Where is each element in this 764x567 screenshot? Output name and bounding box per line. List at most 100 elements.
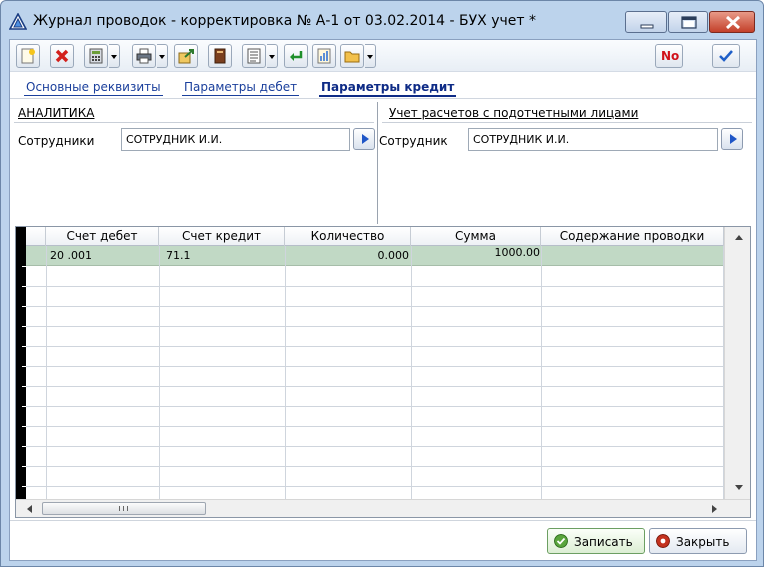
new-document-button[interactable]: [16, 44, 40, 68]
save-label: Записать: [574, 535, 633, 549]
maximize-icon: [681, 16, 697, 29]
number-label: No: [661, 49, 680, 63]
scroll-down-icon[interactable]: [735, 485, 743, 490]
row-line: [26, 286, 724, 287]
header-debit-account[interactable]: Счет дебет: [46, 227, 159, 246]
row-line: [26, 346, 724, 347]
cell-credit-account[interactable]: 71.1: [166, 249, 191, 262]
export-button[interactable]: [174, 44, 198, 68]
footer: Записать Закрыть: [10, 520, 756, 560]
calculator-button[interactable]: [84, 44, 108, 68]
column-line: [159, 246, 160, 499]
calculator-dropdown[interactable]: [109, 44, 120, 68]
tab-credit-params[interactable]: Параметры кредит: [319, 80, 457, 97]
toolbar: No: [10, 40, 756, 72]
employee-pick-button[interactable]: [721, 128, 743, 150]
enter-icon: [290, 51, 303, 61]
grid-header: Счет дебет Счет кредит Количество Сумма …: [16, 227, 724, 246]
minimize-icon: [640, 24, 654, 29]
journal-window: Журнал проводок - корректировка № А-1 от…: [0, 0, 764, 567]
book-icon: [214, 48, 226, 64]
book-button[interactable]: [208, 44, 232, 68]
row-indicator-column: [16, 227, 26, 499]
tab-main-details[interactable]: Основные реквизиты: [24, 80, 163, 96]
panel-separator: [377, 102, 378, 224]
title-bar[interactable]: Журнал проводок - корректировка № А-1 от…: [1, 1, 763, 41]
row-line: [26, 466, 724, 467]
number-button[interactable]: No: [655, 44, 683, 68]
right-section-divider: [382, 122, 752, 123]
folder-button[interactable]: [340, 44, 364, 68]
row-line: [26, 426, 724, 427]
checkmark-icon: [719, 50, 733, 62]
list-dropdown[interactable]: [267, 44, 278, 68]
close-icon: [725, 15, 741, 30]
tab-debit-params[interactable]: Параметры дебет: [182, 80, 300, 96]
calculator-icon: [89, 48, 103, 64]
delete-button[interactable]: [50, 44, 74, 68]
report-button[interactable]: [312, 44, 336, 68]
employee-label: Сотрудник: [379, 134, 448, 148]
new-document-icon: [21, 48, 35, 64]
row-line: [26, 306, 724, 307]
row-line: [26, 406, 724, 407]
folder-dropdown[interactable]: [365, 44, 376, 68]
folder-icon: [344, 51, 360, 63]
header-description[interactable]: Содержание проводки: [541, 227, 724, 246]
maximize-button[interactable]: [668, 11, 708, 33]
tab-divider: [10, 98, 756, 99]
row-line: [26, 326, 724, 327]
save-button[interactable]: Записать: [547, 528, 645, 554]
minimize-button[interactable]: [625, 11, 667, 33]
cell-amount[interactable]: 1000.00: [411, 246, 541, 259]
export-icon: [178, 49, 194, 64]
row-line: [26, 366, 724, 367]
client-area: No Основные реквизиты Параметры дебет Па…: [9, 39, 757, 561]
row-line: [26, 386, 724, 387]
header-quantity[interactable]: Количество: [285, 227, 411, 246]
column-line: [46, 246, 47, 499]
header-amount[interactable]: Сумма: [411, 227, 541, 246]
employees-pick-button[interactable]: [353, 128, 375, 150]
left-section-divider: [14, 122, 374, 123]
confirm-button[interactable]: [712, 44, 740, 68]
close-window-button[interactable]: [709, 11, 755, 33]
print-icon: [136, 48, 152, 64]
report-icon: [317, 48, 331, 64]
list-button[interactable]: [242, 44, 266, 68]
row-line: [26, 446, 724, 447]
row-line: [26, 486, 724, 487]
app-logo-icon: [9, 13, 27, 30]
scroll-up-icon[interactable]: [735, 235, 743, 240]
tab-bar: Основные реквизиты Параметры дебет Парам…: [10, 76, 756, 98]
entries-grid[interactable]: Счет дебет Счет кредит Количество Сумма …: [15, 226, 751, 518]
save-check-icon: [554, 534, 568, 548]
horizontal-scroll-thumb[interactable]: [42, 502, 206, 515]
scroll-grip-icon: [119, 506, 128, 511]
cell-quantity[interactable]: 0.000: [285, 249, 410, 262]
scroll-right-icon[interactable]: [712, 505, 717, 513]
column-line: [411, 246, 412, 499]
window-title: Журнал проводок - корректировка № А-1 от…: [33, 13, 536, 29]
close-circle-icon: [656, 534, 670, 548]
delete-icon: [55, 49, 69, 63]
print-dropdown[interactable]: [157, 44, 168, 68]
column-line: [541, 246, 542, 499]
print-button[interactable]: [132, 44, 156, 68]
employee-field[interactable]: СОТРУДНИК И.И.: [468, 128, 718, 151]
header-blank: [26, 227, 46, 246]
settlement-title: Учет расчетов с подотчетными лицами: [389, 106, 639, 120]
column-line: [285, 246, 286, 499]
list-icon: [247, 48, 261, 64]
employees-label: Сотрудники: [18, 134, 95, 148]
close-button[interactable]: Закрыть: [649, 528, 747, 554]
enter-button[interactable]: [284, 44, 308, 68]
vertical-scrollbar[interactable]: [724, 227, 750, 499]
scroll-left-icon[interactable]: [27, 505, 32, 513]
employees-field[interactable]: СОТРУДНИК И.И.: [121, 128, 350, 151]
header-credit-account[interactable]: Счет кредит: [159, 227, 285, 246]
analytics-title: АНАЛИТИКА: [18, 106, 95, 120]
close-label: Закрыть: [676, 535, 730, 549]
cell-debit-account[interactable]: 20 .001: [50, 249, 92, 262]
horizontal-scrollbar[interactable]: [16, 499, 750, 517]
